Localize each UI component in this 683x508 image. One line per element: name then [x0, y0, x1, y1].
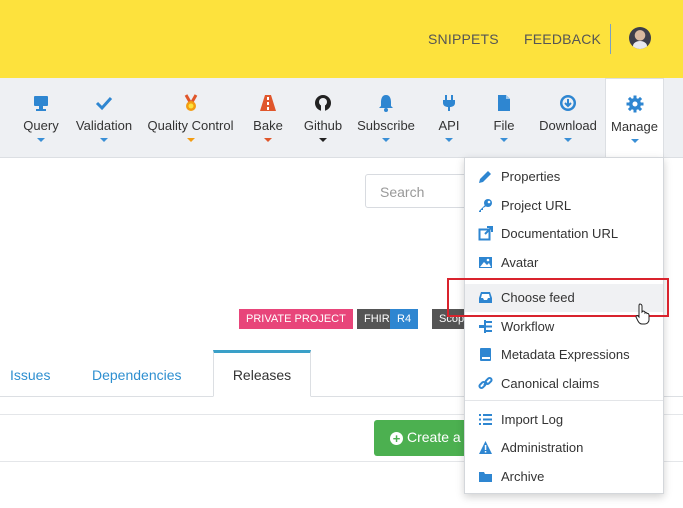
create-button-label: Create a: [407, 429, 461, 445]
hand-cursor-icon: [635, 303, 650, 325]
book-icon: [480, 348, 491, 361]
toolbar-bake-label: Bake: [253, 118, 283, 133]
toolbar-manage-label: Manage: [611, 119, 658, 134]
toolbar-validation[interactable]: Validation: [72, 78, 136, 158]
top-bar: SNIPPETS FEEDBACK: [0, 0, 683, 78]
road-icon: [260, 95, 276, 111]
tab-issues[interactable]: Issues: [10, 367, 50, 383]
list-icon: [479, 414, 492, 425]
gear-icon: [626, 95, 643, 113]
manage-dropdown-menu: Properties Project URL Documentation URL…: [464, 157, 664, 494]
key-icon: [479, 199, 492, 212]
toolbar-query[interactable]: Query: [16, 78, 66, 158]
tab-releases[interactable]: Releases: [213, 350, 311, 397]
toolbar-quality-control-label: Quality Control: [147, 118, 234, 133]
link-icon: [478, 376, 493, 390]
medal-icon: [184, 94, 197, 111]
external-link-icon: [478, 226, 493, 241]
folder-icon: [479, 472, 492, 482]
menu-item-project-url[interactable]: Project URL: [465, 192, 663, 220]
feedback-link[interactable]: FEEDBACK: [524, 31, 601, 47]
image-icon: [479, 257, 492, 268]
toolbar-file[interactable]: File: [486, 78, 522, 158]
plug-icon: [443, 95, 455, 111]
project-toolbar: Query Validation Quality Control Bake Gi…: [0, 78, 683, 159]
menu-item-administration[interactable]: Administration: [465, 434, 663, 462]
user-avatar[interactable]: [629, 27, 651, 49]
tab-dependencies[interactable]: Dependencies: [92, 367, 182, 383]
private-project-badge: PRIVATE PROJECT: [239, 309, 353, 329]
menu-item-label: Documentation URL: [501, 226, 619, 241]
topbar-divider: [610, 24, 611, 54]
toolbar-query-label: Query: [23, 118, 59, 133]
menu-item-label: Canonical claims: [501, 376, 600, 391]
caret-down-icon: [100, 138, 108, 142]
toolbar-validation-label: Validation: [75, 118, 133, 133]
menu-item-workflow[interactable]: Workflow: [465, 313, 663, 341]
caret-down-icon: [319, 138, 327, 142]
toolbar-download[interactable]: Download: [535, 78, 601, 158]
caret-down-icon: [630, 139, 639, 143]
menu-item-properties[interactable]: Properties: [465, 163, 663, 191]
toolbar-bake[interactable]: Bake: [247, 78, 289, 158]
toolbar-quality-control[interactable]: Quality Control: [144, 78, 237, 158]
caret-down-icon: [37, 138, 45, 142]
pencil-icon: [479, 171, 491, 183]
monitor-icon: [34, 96, 48, 111]
workflow-icon: [479, 320, 492, 333]
menu-item-canonical-claims[interactable]: Canonical claims: [465, 370, 663, 398]
search-input[interactable]: Search: [365, 174, 475, 208]
caret-down-icon: [445, 138, 453, 142]
download-icon: [560, 95, 576, 111]
fhir-version-badge: R4: [390, 309, 419, 329]
toolbar-github[interactable]: Github: [298, 78, 348, 158]
caret-down-icon: [264, 138, 272, 142]
toolbar-manage[interactable]: Manage: [605, 78, 664, 159]
check-icon: [95, 96, 113, 111]
caret-down-icon: [186, 138, 195, 142]
menu-item-label: Metadata Expressions: [501, 347, 630, 362]
caret-down-icon: [500, 138, 508, 142]
toolbar-github-label: Github: [303, 118, 343, 133]
menu-divider: [465, 400, 663, 401]
warning-icon: [479, 441, 492, 454]
menu-item-import-log[interactable]: Import Log: [465, 406, 663, 434]
toolbar-api-label: API: [438, 118, 460, 133]
menu-item-label: Archive: [501, 469, 545, 484]
caret-down-icon: [382, 138, 390, 142]
menu-item-avatar[interactable]: Avatar: [465, 249, 663, 277]
menu-item-archive[interactable]: Archive: [465, 463, 663, 491]
menu-item-documentation-url[interactable]: Documentation URL: [465, 220, 663, 248]
menu-item-label: Administration: [501, 440, 584, 455]
file-icon: [498, 95, 510, 111]
menu-item-label: Import Log: [501, 412, 564, 427]
menu-item-label: Properties: [501, 169, 561, 184]
menu-item-label: Workflow: [501, 319, 555, 334]
toolbar-file-label: File: [493, 118, 515, 133]
snippets-link[interactable]: SNIPPETS: [428, 31, 499, 47]
menu-item-label: Avatar: [501, 255, 539, 270]
menu-item-label: Project URL: [501, 198, 572, 213]
bell-icon: [379, 95, 393, 112]
caret-down-icon: [564, 138, 572, 142]
github-icon: [315, 95, 331, 111]
menu-item-metadata-expressions[interactable]: Metadata Expressions: [465, 341, 663, 369]
plus-circle-icon: +: [390, 432, 403, 445]
toolbar-subscribe[interactable]: Subscribe: [355, 78, 417, 158]
toolbar-subscribe-label: Subscribe: [357, 118, 415, 133]
toolbar-api[interactable]: API: [432, 78, 466, 158]
toolbar-download-label: Download: [539, 118, 597, 133]
